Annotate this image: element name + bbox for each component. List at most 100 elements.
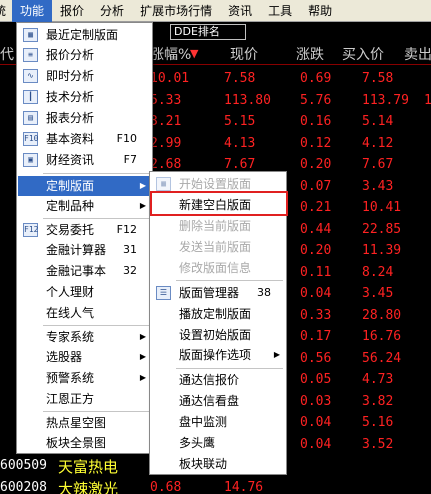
change-pct-cell: 2.99 [150, 135, 182, 151]
menu-item-calculator[interactable]: 金融计算器 31 [18, 240, 151, 260]
menu-item-quote-analysis[interactable]: ≡ 报价分析 [18, 45, 151, 65]
submenu-item-intraday-monitor[interactable]: 盘中监测 [151, 412, 285, 432]
header-bid[interactable]: 买入价 [342, 44, 384, 64]
shortcut-label: 31 [123, 243, 137, 256]
change-cell: 0.44 [300, 221, 332, 237]
menu-extended-market[interactable]: 扩展市场行情 [132, 0, 220, 22]
menu-item-label: 金融计算器 [46, 243, 107, 257]
header-change[interactable]: 涨跌 [296, 44, 324, 64]
menu-item-custom-layout[interactable]: 定制版面 ▶ [18, 176, 151, 196]
submenu-item-layout-manager[interactable]: ☰ 版面管理器 38 [151, 283, 285, 303]
bid-cell: 3.43 [362, 178, 394, 194]
menu-item-label: 报价分析 [46, 48, 95, 62]
change-cell: 0.11 [300, 264, 332, 280]
menu-item-label: 盘中监测 [179, 415, 228, 429]
change-cell: 0.21 [300, 200, 332, 215]
submenu-item-tdx-watch[interactable]: 通达信看盘 [151, 391, 285, 411]
table-row[interactable]: 600208 大辣激光 0.68 14.76 [0, 477, 431, 494]
menu-separator [176, 280, 283, 281]
submenu-item-start-setup: ▦ 开始设置版面 [151, 174, 285, 194]
menu-item-label: 新建空白版面 [179, 198, 252, 212]
submenu-item-bull-eagle[interactable]: 多头鹰 [151, 433, 285, 453]
menu-item-label: 交易委托 [46, 223, 95, 237]
menu-item-realtime-analysis[interactable]: ∿ 即时分析 [18, 66, 151, 86]
header-ask[interactable]: 卖出 [404, 44, 431, 64]
submenu-item-sector-linkage[interactable]: 板块联动 [151, 454, 285, 474]
menu-item-label: 在线人气 [46, 306, 95, 320]
menu-item-label: 版面操作选项 [179, 348, 252, 362]
change-cell: 0.69 [300, 71, 332, 86]
submenu-item-tdx-quote[interactable]: 通达信报价 [151, 370, 285, 390]
menu-function[interactable]: 功能 [12, 0, 53, 22]
change-cell: 0.12 [300, 135, 332, 151]
menu-tools[interactable]: 工具 [260, 0, 300, 22]
submenu-item-play-layout[interactable]: 播放定制版面 [151, 304, 285, 324]
realtime-analysis-icon: ∿ [23, 69, 38, 83]
menu-item-basic-info[interactable]: F10 基本资料 F10 [18, 129, 151, 149]
header-price[interactable]: 现价 [230, 44, 258, 64]
menu-item-alert-system[interactable]: 预警系统 ▶ [18, 368, 151, 388]
f10-icon: F10 [23, 132, 38, 146]
menu-item-technical-analysis[interactable]: ┃ 技术分析 [18, 87, 151, 107]
bid-cell: 28.80 [362, 307, 402, 323]
menu-item-label: 板块全景图 [46, 436, 107, 450]
dde-rank-tab[interactable]: DDE排名 [170, 24, 246, 40]
menu-item-label: 多头鹰 [179, 436, 216, 450]
menu-item-report-analysis[interactable]: ▤ 报表分析 [18, 108, 151, 128]
menu-quote[interactable]: 报价 [52, 0, 92, 22]
menu-system[interactable]: 统 [0, 0, 12, 22]
menu-analysis[interactable]: 分析 [92, 0, 132, 22]
menu-item-custom-varieties[interactable]: 定制品种 ▶ [18, 196, 151, 216]
menu-item-hotspot-map[interactable]: 热点星空图 [18, 413, 151, 433]
shortcut-label: 32 [123, 264, 137, 277]
change-cell: 0.20 [300, 243, 332, 258]
submenu-item-new-blank-layout[interactable]: 新建空白版面 [151, 195, 285, 215]
menu-item-notebook[interactable]: 金融记事本 32 [18, 261, 151, 281]
stock-code-cell: 600509 [0, 458, 47, 473]
menu-item-trade-order[interactable]: F12 交易委托 F12 [18, 220, 151, 240]
menu-separator [43, 218, 149, 219]
bid-cell: 8.24 [362, 264, 394, 280]
submenu-item-layout-options[interactable]: 版面操作选项 ▶ [151, 345, 285, 365]
menu-item-label: 热点星空图 [46, 416, 107, 430]
stock-name-cell: 天富热电 [58, 458, 119, 476]
menu-news[interactable]: 资讯 [220, 0, 260, 22]
submenu-arrow-icon: ▶ [139, 181, 146, 190]
menu-item-finance-news[interactable]: ▣ 财经资讯 F7 [18, 150, 151, 170]
menu-item-label: 设置初始版面 [179, 328, 252, 342]
bid-cell: 7.58 [362, 71, 394, 86]
submenu-item-set-initial-layout[interactable]: 设置初始版面 [151, 325, 285, 345]
price-cell: 4.13 [224, 135, 256, 151]
menu-item-label: 通达信报价 [179, 373, 240, 387]
menu-item-online-popularity[interactable]: 在线人气 [18, 303, 151, 323]
price-cell: 7.58 [224, 71, 256, 86]
header-change-pct[interactable]: 涨幅% [150, 44, 191, 64]
menu-item-recent-layout[interactable]: ▦ 最近定制版面 [18, 25, 151, 45]
shortcut-label: F10 [116, 132, 137, 145]
menu-item-label: 报表分析 [46, 111, 95, 125]
stock-code-cell: 600208 [0, 479, 47, 494]
change-cell: 0.04 [300, 415, 332, 430]
change-pct-cell: 5.33 [150, 92, 182, 108]
change-cell: 0.56 [300, 350, 332, 366]
price-cell: 5.15 [224, 114, 256, 129]
change-cell: 0.16 [300, 114, 332, 129]
menu-item-expert-system[interactable]: 专家系统 ▶ [18, 327, 151, 347]
menu-item-label: 金融记事本 [46, 264, 107, 278]
menu-item-label: 江恩正方 [46, 392, 95, 406]
f12-icon: F12 [23, 223, 38, 237]
submenu-arrow-icon: ▶ [139, 332, 146, 341]
submenu-item-send-layout: 发送当前版面 [151, 237, 285, 257]
menu-item-gann-square[interactable]: 江恩正方 [18, 389, 151, 409]
bid-cell: 113.79 [362, 92, 409, 108]
price-cell: 113.80 [224, 92, 271, 108]
bid-cell: 3.52 [362, 436, 394, 452]
header-code[interactable]: 代 [0, 44, 14, 64]
menu-item-sector-panorama[interactable]: 板块全景图 [18, 433, 151, 453]
change-cell: 0.20 [300, 157, 332, 172]
menu-help[interactable]: 帮助 [300, 0, 340, 22]
recent-layout-icon: ▦ [23, 28, 38, 42]
function-menu: ▦ 最近定制版面 ≡ 报价分析 ∿ 即时分析 ┃ 技术分析 ▤ 报表分析 F10… [16, 22, 153, 454]
menu-item-stock-screener[interactable]: 选股器 ▶ [18, 347, 151, 367]
menu-item-personal-finance[interactable]: 个人理财 [18, 282, 151, 302]
